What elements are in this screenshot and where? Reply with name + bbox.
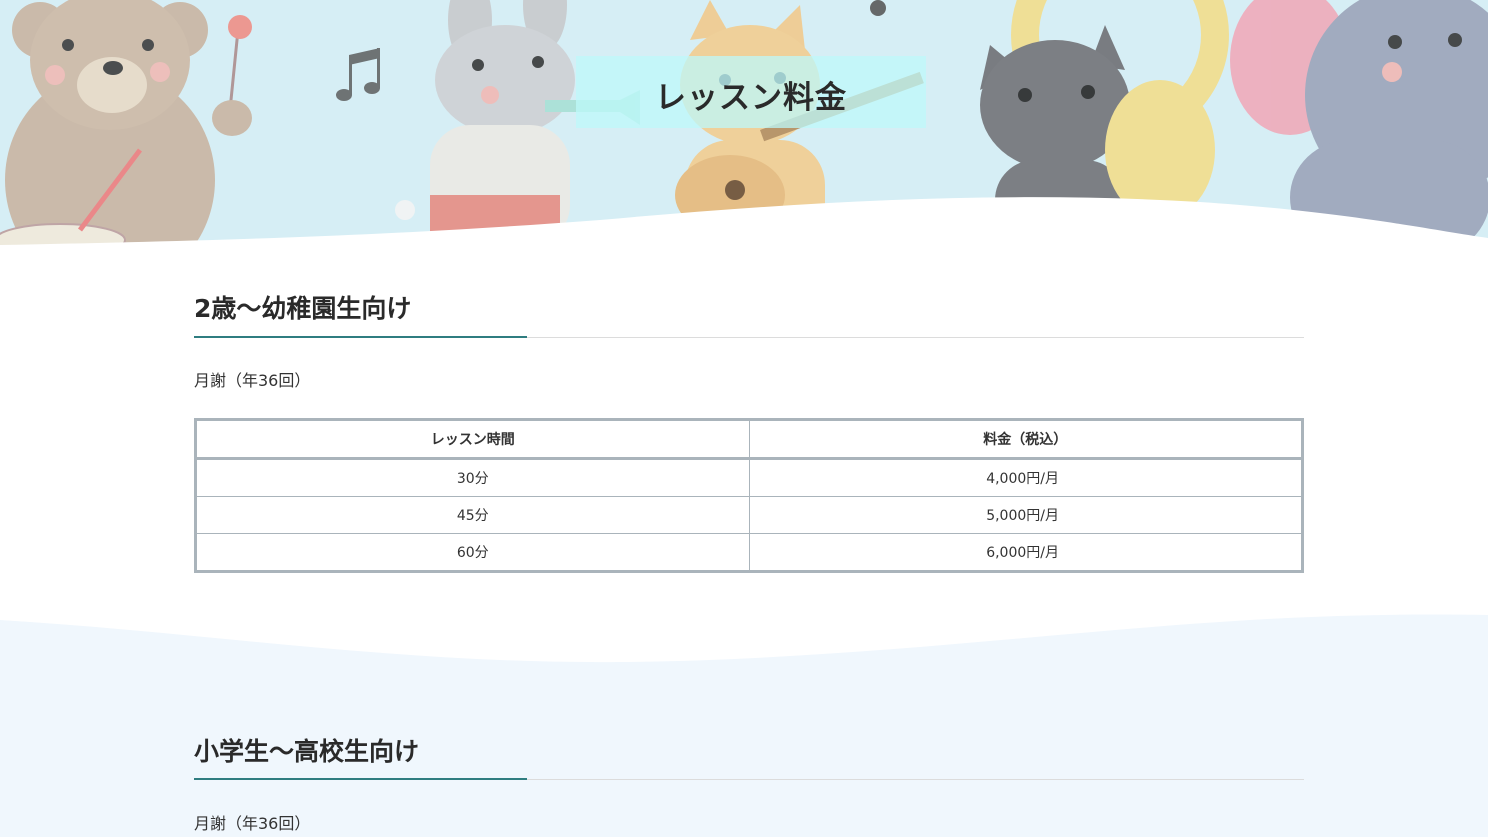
lesson-time-cell: 30分: [195, 458, 750, 497]
table-header-row: レッスン時間 料金（税込）: [195, 419, 1303, 460]
hero-banner: レッスン料金: [0, 0, 1488, 250]
lower-wave-band: [0, 614, 1488, 837]
column-header-fee: 料金（税込）: [748, 419, 1303, 460]
fee-cell: 5,000円/月: [748, 496, 1303, 534]
section-heading: 2歳〜幼稚園生向け: [194, 294, 412, 323]
heading-accent-line: [194, 778, 527, 780]
heading-accent-line: [194, 336, 527, 338]
fee-cell: 6,000円/月: [748, 533, 1303, 572]
fee-note: 月謝（年36回）: [194, 814, 311, 833]
table-row: 60分 6,000円/月: [195, 533, 1303, 572]
column-header-lesson-time: レッスン時間: [195, 419, 750, 460]
table-row: 45分 5,000円/月: [195, 496, 1303, 534]
hero-wave-divider: [0, 197, 1488, 250]
section-heading: 小学生〜高校生向け: [194, 737, 420, 766]
page-title: レッスン料金: [655, 80, 847, 116]
table-row: 30分 4,000円/月: [195, 458, 1303, 497]
fee-note: 月謝（年36回）: [194, 371, 311, 390]
fee-cell: 4,000円/月: [748, 458, 1303, 497]
price-table: レッスン時間 料金（税込） 30分 4,000円/月 45分 5,000円/月 …: [194, 418, 1304, 573]
lesson-time-cell: 60分: [195, 533, 750, 572]
lesson-time-cell: 45分: [195, 496, 750, 534]
